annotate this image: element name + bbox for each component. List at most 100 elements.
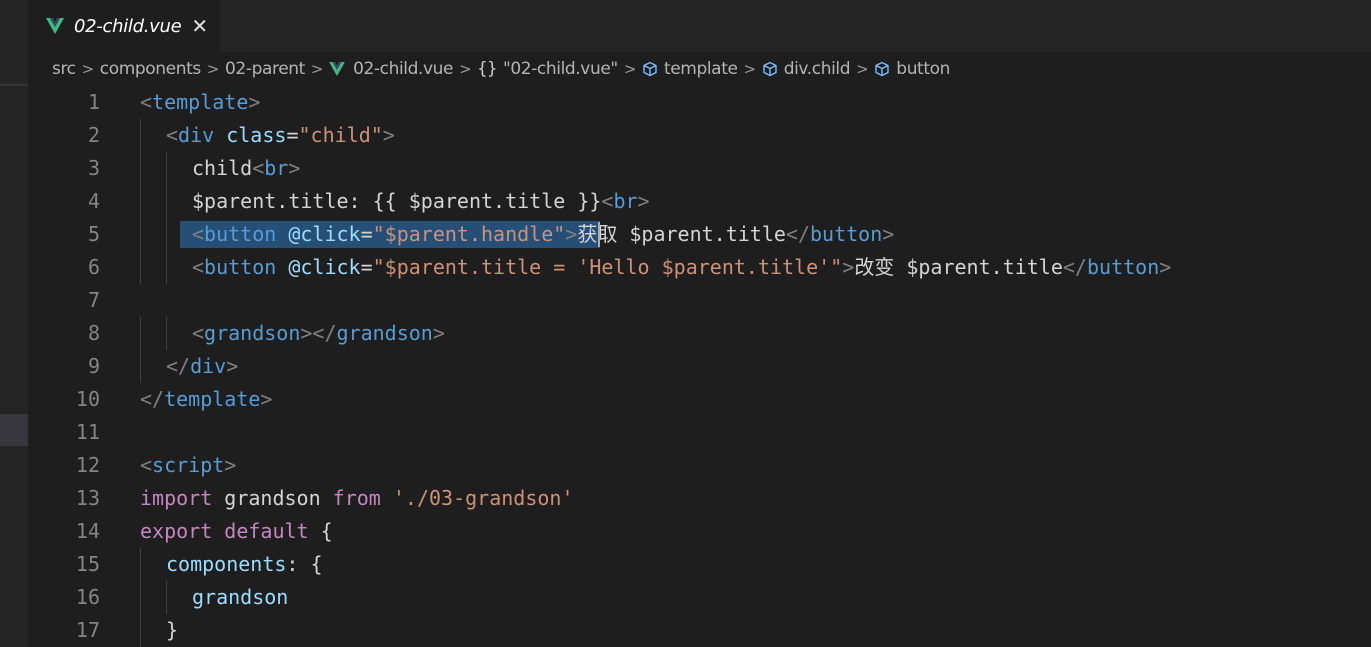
code-line[interactable]: 13 import grandson from './03-grandson' [28, 482, 1371, 515]
breadcrumb-item[interactable]: src [52, 59, 76, 79]
breadcrumb-label: button [896, 59, 950, 79]
code-token: > [382, 123, 395, 147]
breadcrumb-item[interactable]: 02-child.vue [329, 59, 453, 79]
tab-02-child-vue[interactable]: 02-child.vue ✕ [28, 0, 220, 52]
code-token: br [264, 156, 289, 180]
code-text: $parent.title: {{ $parent.title }}<br> [192, 185, 650, 218]
code-token: button [1086, 255, 1160, 279]
code-token: < [140, 90, 153, 114]
code-token: " [830, 255, 843, 279]
breadcrumb-item[interactable]: div.child [762, 59, 851, 79]
code-token: "$parent.title = [372, 255, 578, 279]
breadcrumb-separator: > [856, 60, 869, 78]
code-line[interactable]: 10 </template> [28, 383, 1371, 416]
code-token: < [166, 123, 179, 147]
indent-guide [140, 251, 141, 284]
strip-active-indicator[interactable] [0, 414, 28, 446]
line-number: 15 [75, 552, 100, 576]
code-token: </ [1062, 255, 1087, 279]
code-line[interactable]: 4 $parent.title: {{ $parent.title }}<br> [28, 185, 1371, 218]
code-token: < [192, 222, 205, 246]
code-line[interactable]: 11 [28, 416, 1371, 449]
breadcrumb-separator: > [623, 60, 637, 78]
code-line[interactable]: 3 child<br> [28, 152, 1371, 185]
code-token: < [192, 255, 205, 279]
code-token: > [637, 189, 650, 213]
code-line[interactable]: 8 <grandson></grandson> [28, 317, 1371, 350]
breadcrumb-label: 02-child.vue [353, 59, 454, 79]
code-text: </div> [166, 350, 238, 383]
code-line[interactable]: 16 grandson [28, 581, 1371, 614]
code-token: </ [785, 222, 811, 246]
code-token: grandson [336, 321, 433, 345]
indent-guide [140, 185, 141, 218]
code-token: 改变 $parent.title [854, 255, 1063, 279]
code-line[interactable]: 15 components: { [28, 548, 1371, 581]
close-icon[interactable]: ✕ [191, 16, 208, 36]
code-text: } [166, 614, 178, 647]
code-token: > [248, 90, 261, 114]
code-token: child [192, 156, 253, 180]
code-token: < [252, 156, 265, 180]
code-editor[interactable]: 1 <template> 2 <div class="child"> 3 child<br… [28, 86, 1371, 647]
indent-guide [140, 152, 141, 185]
breadcrumb-label: 02-parent [225, 59, 305, 79]
tab-title: 02-child.vue [74, 15, 182, 37]
code-line[interactable]: 7 [28, 284, 1371, 317]
code-line[interactable]: 14 export default { [28, 515, 1371, 548]
braces-icon: {} [477, 59, 497, 79]
code-token: default [224, 519, 309, 543]
code-token: > [226, 354, 239, 378]
code-token: > [565, 222, 578, 246]
breadcrumb-label: "02-child.vue" [502, 59, 618, 79]
line-number: 8 [87, 321, 100, 345]
tab-bar: 02-child.vue ✕ [28, 0, 1371, 52]
code-token: > [1159, 255, 1172, 279]
line-number: 5 [87, 222, 100, 246]
code-line[interactable]: 2 <div class="child"> [28, 119, 1371, 152]
code-line[interactable]: 1 <template> [28, 86, 1371, 119]
code-line[interactable]: 12 <script> [28, 449, 1371, 482]
indent-guide [140, 350, 141, 383]
code-text: <template> [140, 86, 260, 119]
code-token: = [360, 222, 373, 246]
line-number: 7 [87, 288, 100, 312]
code-token: @click [288, 255, 361, 279]
code-token: export [140, 519, 213, 543]
line-number: 3 [87, 156, 100, 180]
code-token: } [166, 618, 179, 642]
code-token: button [204, 222, 277, 246]
code-token: ></ [300, 321, 337, 345]
line-number: 6 [87, 255, 100, 279]
breadcrumb-item[interactable]: button [874, 59, 950, 79]
indent-guide [140, 317, 141, 350]
line-number: 13 [75, 486, 100, 510]
breadcrumb-item[interactable]: template [642, 59, 738, 79]
code-token: button [204, 255, 277, 279]
code-text: <grandson></grandson> [192, 317, 445, 350]
code-token: template [164, 387, 261, 411]
indent-guide [140, 218, 141, 251]
code-line[interactable]: 17} [28, 614, 1371, 647]
code-line[interactable]: 5 <button @click="$parent.handle">获取 $par… [28, 218, 1371, 251]
cube-icon [763, 61, 777, 77]
code-line[interactable]: 6 <button @click="$parent.title = 'Hello … [28, 251, 1371, 284]
code-token: = [286, 123, 299, 147]
breadcrumb-item[interactable]: 02-parent [225, 59, 305, 79]
code-token: </ [166, 354, 191, 378]
code-token: template [152, 90, 249, 114]
line-number: 1 [87, 90, 100, 114]
code-token: > [432, 321, 445, 345]
line-number: 4 [87, 189, 100, 213]
code-token: 'Hello $parent.title' [577, 255, 831, 279]
breadcrumb-item[interactable]: {} "02-child.vue" [477, 59, 618, 79]
line-number: 14 [75, 519, 100, 543]
indent-guide [166, 581, 167, 614]
breadcrumb-item[interactable]: components [100, 59, 201, 79]
code-text: <div class="child"> [166, 119, 395, 152]
code-line[interactable]: 9 </div> [28, 350, 1371, 383]
